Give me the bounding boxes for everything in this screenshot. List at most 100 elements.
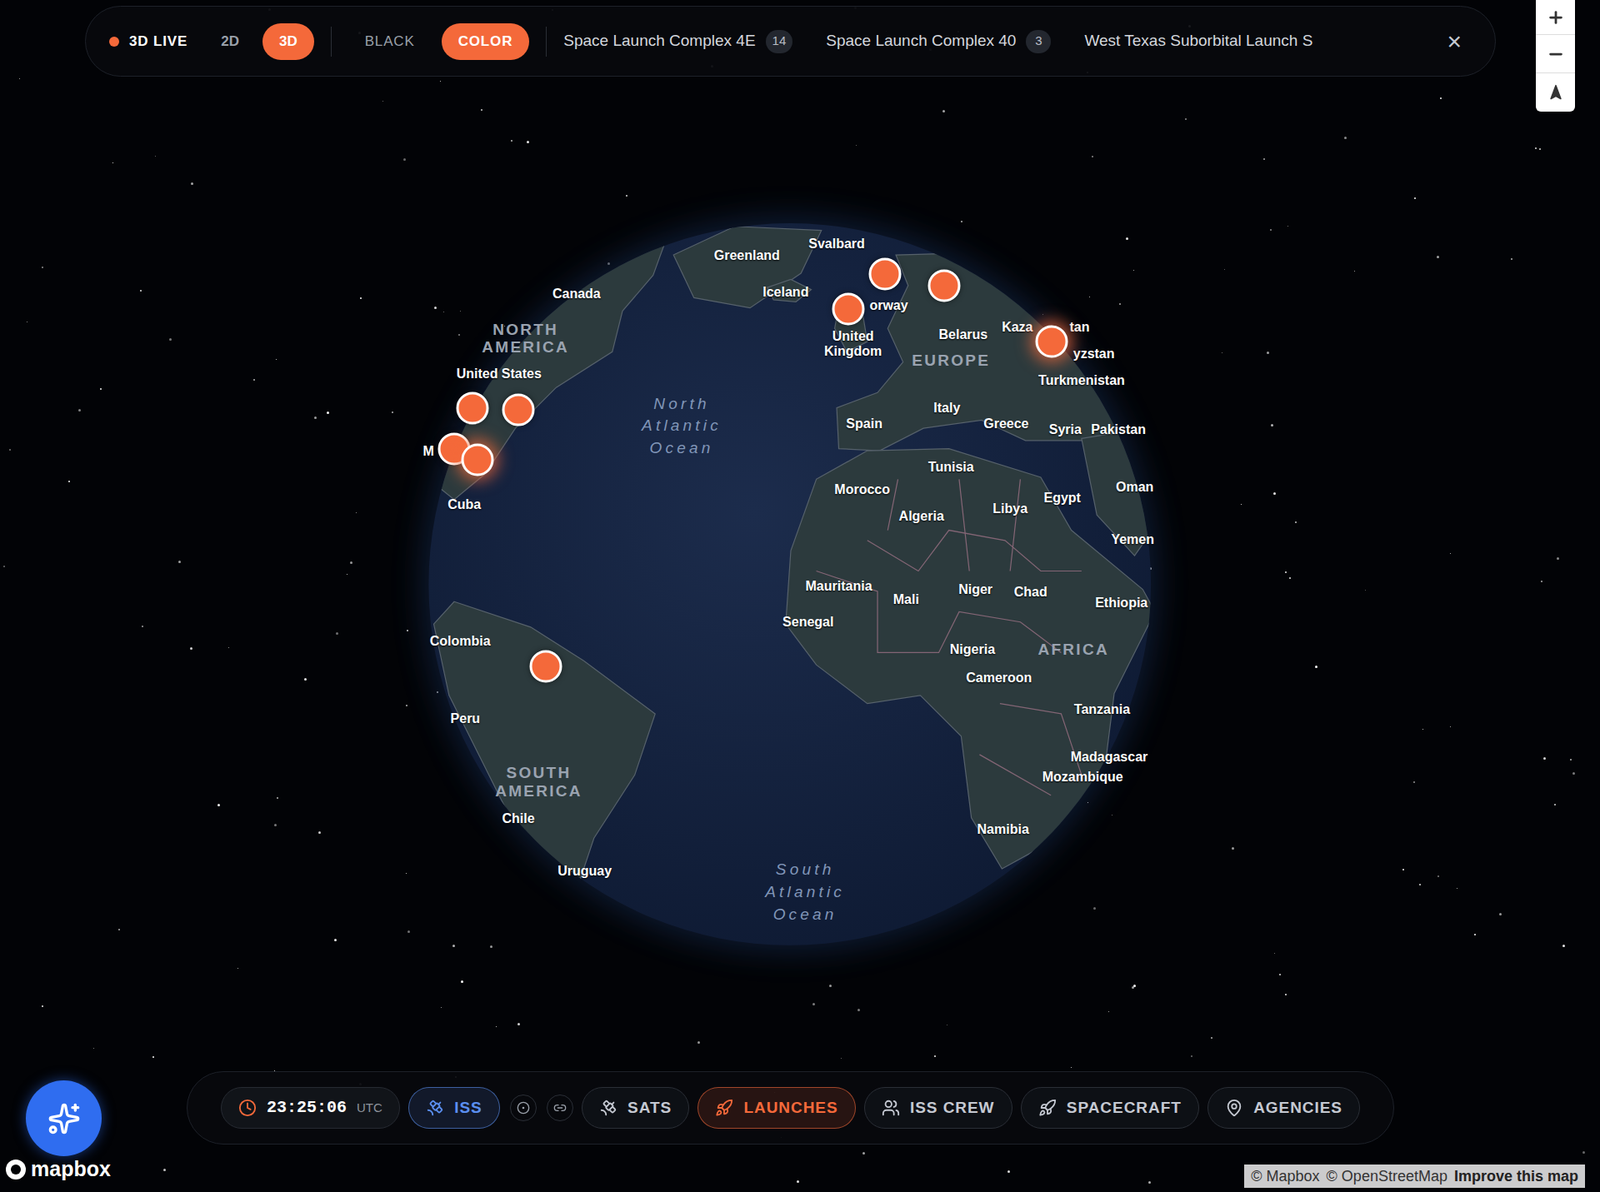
star: [1221, 352, 1223, 354]
star: [458, 334, 460, 336]
map-label: Mauritania: [805, 579, 873, 595]
star: [228, 647, 230, 649]
star: [1133, 270, 1135, 271]
map-label: Svalbard: [808, 235, 865, 251]
utc-clock: 23:25:06UTC: [220, 1087, 400, 1130]
map-label: Libya: [992, 501, 1028, 517]
launch-pin[interactable]: [461, 444, 495, 477]
star: [68, 480, 70, 483]
app: SvalbardGreenlandCanadaIcelandorwayNORTH…: [0, 0, 1600, 1192]
star: [391, 411, 394, 414]
close-button[interactable]: ×: [1436, 29, 1472, 55]
star: [697, 1041, 700, 1045]
nav-button[interactable]: ISS: [408, 1087, 500, 1130]
star: [1414, 197, 1416, 200]
attribution-link[interactable]: © OpenStreetMap: [1326, 1165, 1448, 1189]
star: [1279, 974, 1281, 976]
star: [862, 1152, 865, 1155]
star: [1274, 953, 1275, 955]
iss-group: ISS: [408, 1087, 573, 1130]
star: [140, 290, 142, 292]
map-label: Iceland: [762, 285, 809, 300]
launch-pin[interactable]: [831, 293, 865, 326]
map-label: Oman: [1115, 480, 1154, 495]
map-label: M: [423, 444, 435, 460]
assistant-button[interactable]: [25, 1080, 102, 1157]
map-label: South Atlantic Ocean: [765, 860, 845, 927]
map-label: Madagascar: [1070, 749, 1149, 765]
launch-pin[interactable]: [1035, 325, 1069, 359]
star: [1091, 155, 1094, 158]
zoom-in-button[interactable]: [1535, 0, 1575, 35]
star: [1315, 665, 1318, 669]
launch-pin[interactable]: [455, 391, 489, 425]
star: [452, 945, 455, 948]
star: [314, 416, 317, 420]
star: [1285, 994, 1287, 996]
launch-pin[interactable]: [502, 394, 535, 427]
launch-pin[interactable]: [530, 650, 563, 683]
compass-button[interactable]: [1535, 73, 1575, 112]
map-label: Syria: [1049, 421, 1082, 437]
nav-icon: [1038, 1099, 1057, 1118]
nav-button[interactable]: LAUNCHES: [697, 1087, 855, 1130]
nav-button[interactable]: SATS: [581, 1087, 690, 1130]
orbit-button[interactable]: [546, 1095, 574, 1122]
star: [1007, 1170, 1010, 1174]
star: [1419, 884, 1421, 886]
site-tab[interactable]: West Texas Suborbital Launch S: [1084, 29, 1313, 54]
star: [1344, 136, 1347, 140]
star: [857, 1009, 860, 1012]
star: [118, 929, 120, 931]
star: [3, 565, 5, 568]
map-label: Senegal: [782, 615, 834, 630]
compass-icon: [1547, 84, 1565, 101]
star: [163, 1169, 166, 1172]
star: [190, 647, 193, 650]
map-label: NORTH AMERICA: [481, 320, 570, 358]
star: [1108, 1011, 1110, 1013]
nav-button[interactable]: SPACECRAFT: [1020, 1087, 1200, 1130]
star: [495, 1026, 497, 1028]
nav-button[interactable]: ISS CREW: [864, 1087, 1013, 1130]
star: [1354, 270, 1355, 272]
map-label: Niger: [958, 582, 993, 598]
divider: [330, 26, 332, 57]
map-label: Ethiopia: [1095, 595, 1148, 610]
zoom-controls: [1535, 0, 1575, 112]
nav-button[interactable]: AGENCIES: [1207, 1087, 1360, 1130]
star: [526, 140, 530, 144]
style-button[interactable]: BLACK: [348, 23, 432, 60]
attribution-link[interactable]: © Mapbox: [1250, 1165, 1320, 1189]
star: [517, 1023, 520, 1026]
star: [490, 945, 493, 949]
star: [1540, 580, 1543, 583]
star: [625, 195, 628, 197]
site-tab[interactable]: Space Launch Complex 403: [825, 29, 1051, 54]
star: [1554, 804, 1556, 806]
star: [19, 78, 20, 80]
globe[interactable]: [0, 0, 1600, 1192]
launch-pin[interactable]: [868, 258, 901, 291]
sparkle-icon: [47, 1102, 81, 1136]
orbit-icon: [553, 1101, 567, 1115]
view-button[interactable]: 2D: [204, 23, 256, 60]
map-label: yzstan: [1073, 346, 1115, 362]
site-tab[interactable]: Space Launch Complex 4E14: [563, 29, 793, 54]
launch-pin[interactable]: [927, 269, 960, 302]
star: [1289, 577, 1291, 580]
track-button[interactable]: [510, 1095, 537, 1122]
view-button[interactable]: 3D: [262, 23, 315, 60]
style-button[interactable]: COLOR: [441, 23, 530, 60]
star: [155, 155, 156, 157]
map-label: Algeria: [899, 508, 945, 524]
border-line: [867, 530, 1082, 572]
site-count-badge: 3: [1025, 30, 1051, 54]
improve-map-link[interactable]: Improve this map: [1454, 1165, 1579, 1189]
star: [178, 560, 181, 564]
greenland-land: [673, 226, 821, 309]
nav-icon: [599, 1099, 618, 1118]
star: [1263, 158, 1265, 160]
zoom-out-button[interactable]: [1535, 35, 1575, 74]
border-line: [887, 479, 1020, 571]
